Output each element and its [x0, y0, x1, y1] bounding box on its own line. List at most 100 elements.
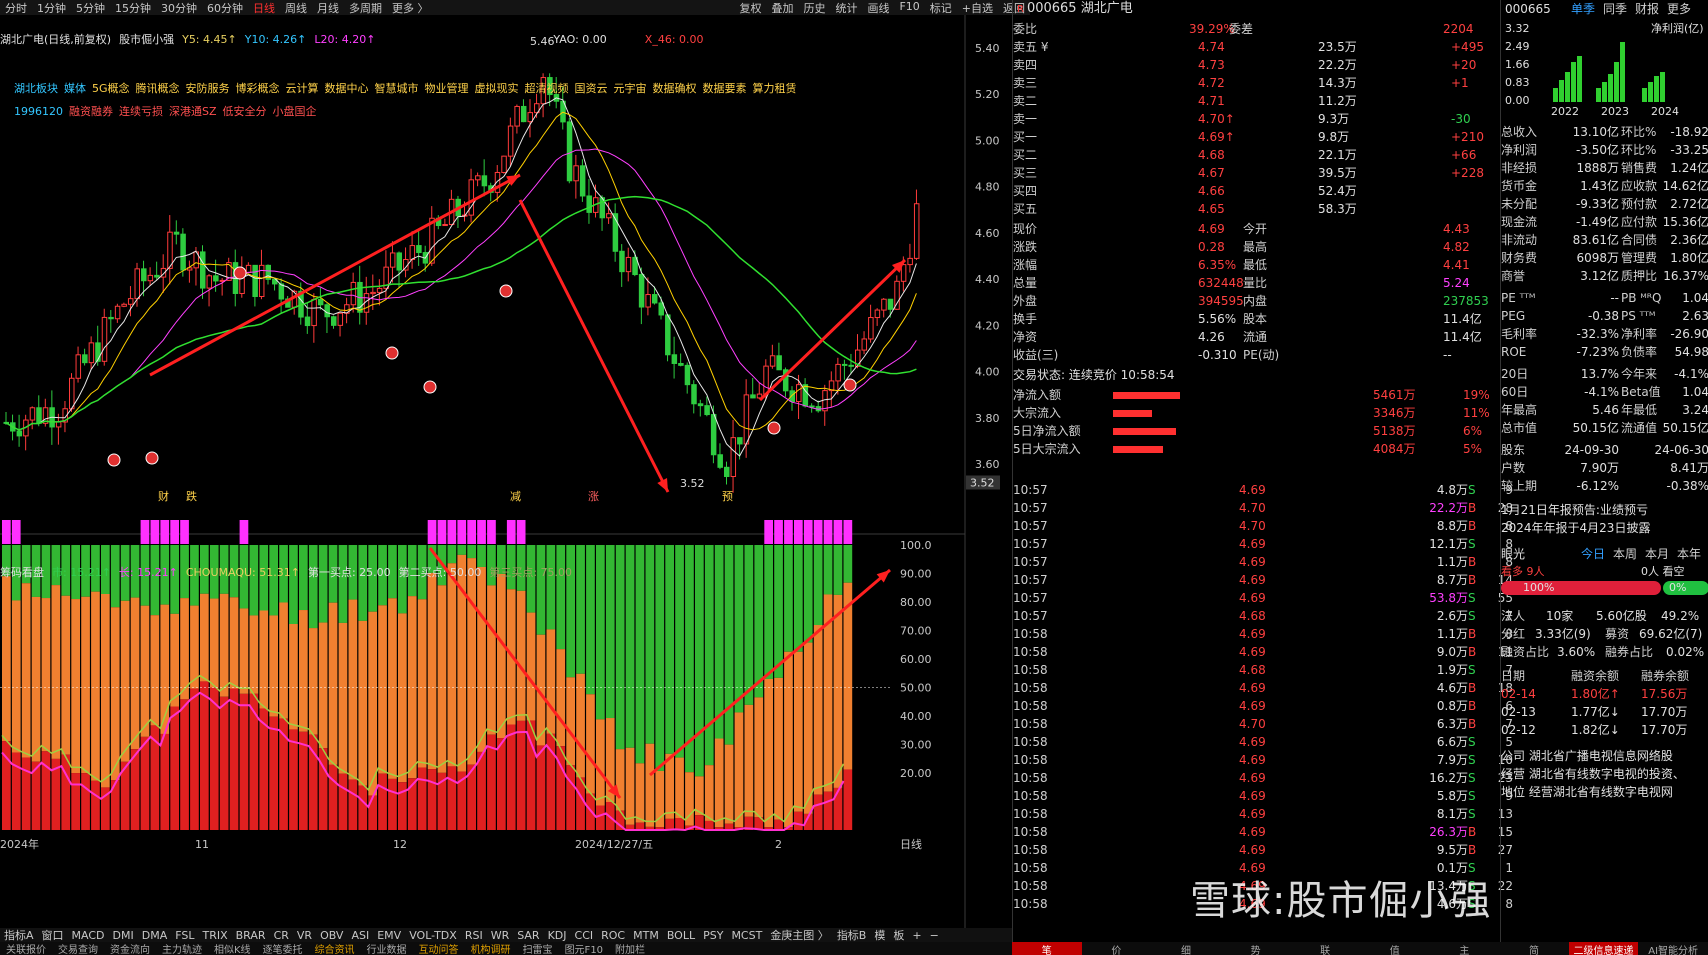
indicator-tab[interactable]: DMI [109, 929, 138, 942]
indicator-tab[interactable]: 指标A [0, 927, 38, 943]
detail-tab[interactable]: 主 [1430, 942, 1500, 955]
info-tab[interactable]: 机构调研 [465, 942, 517, 955]
concept-tag[interactable]: 虚拟现实 [475, 82, 519, 95]
side-tab[interactable]: 单季 [1571, 0, 1595, 18]
concept-tag[interactable]: 融资融券 [69, 105, 113, 118]
indicator-tab[interactable]: 板 [889, 927, 908, 943]
concept-tag[interactable]: 元宇宙 [614, 82, 647, 95]
indicator-tab[interactable]: TRIX [198, 929, 231, 942]
detail-tab[interactable]: 细 [1151, 942, 1221, 955]
bid-price[interactable]: 4.67 [1198, 164, 1225, 182]
info-tab[interactable]: 附加栏 [609, 942, 651, 955]
indicator-tab[interactable]: SAR [513, 929, 543, 942]
tool-add-watchlist[interactable]: +自选 [957, 0, 998, 16]
period-tab-monthly[interactable]: 月线 [312, 0, 344, 16]
concept-tag[interactable]: 超清视频 [525, 82, 569, 95]
concept-tag[interactable]: 5G概念 [92, 82, 130, 95]
info-tab[interactable]: 交易查询 [52, 942, 104, 955]
tool-f10[interactable]: F10 [894, 0, 924, 16]
indicator-tab[interactable]: ROC [597, 929, 629, 942]
period-tab-weekly[interactable]: 周线 [280, 0, 312, 16]
concept-tag[interactable]: 安防服务 [186, 82, 230, 95]
info-tab[interactable]: 逐笔委托 [257, 942, 309, 955]
yanguang-tab[interactable]: 今日 [1581, 545, 1605, 563]
indicator-tab[interactable]: MACD [68, 929, 109, 942]
indicator-tab[interactable]: DMA [138, 929, 172, 942]
concept-tag[interactable]: 深港通SZ [169, 105, 217, 118]
indicator-tab[interactable]: 指标B [833, 927, 871, 943]
indicator-tab[interactable]: − [926, 929, 943, 942]
detail-tab[interactable]: 价 [1082, 942, 1152, 955]
tool-overlay[interactable]: 叠加 [766, 0, 798, 16]
indicator-tab[interactable]: EMV [373, 929, 405, 942]
kline-chart-svg[interactable]: 5.40 5.20 5.00 4.80 4.60 4.40 4.20 4.00 3.80 3.60… [0, 15, 1012, 930]
ask-price[interactable]: 4.71 [1198, 92, 1225, 110]
indicator-tab[interactable]: 窗口 [38, 927, 68, 943]
info-tab[interactable]: 主力轨迹 [156, 942, 208, 955]
signal-dot[interactable] [767, 421, 781, 435]
detail-tab[interactable]: 笔 [1012, 942, 1082, 955]
info-tab[interactable]: 行业数据 [361, 942, 413, 955]
concept-tag[interactable]: 1996120 [14, 105, 63, 118]
period-tab-more[interactable]: 更多 〉 [387, 0, 434, 16]
indicator-tab[interactable]: KDJ [544, 929, 571, 942]
indicator-tab[interactable]: MTM [629, 929, 663, 942]
concept-tag[interactable]: 国资云 [575, 82, 608, 95]
concept-tag[interactable]: 小盘国企 [273, 105, 317, 118]
detail-tab[interactable]: AI智能分析 [1638, 942, 1708, 955]
bid-price[interactable]: 4.65 [1198, 200, 1225, 218]
tool-fuquan[interactable]: 复权 [734, 0, 766, 16]
indicator-tab[interactable]: FSL [171, 929, 198, 942]
info-tab[interactable]: 互动问答 [413, 942, 465, 955]
concept-tag[interactable]: 物业管理 [425, 82, 469, 95]
signal-dot[interactable] [145, 451, 159, 465]
detail-tab[interactable]: 联 [1290, 942, 1360, 955]
period-tab-5min[interactable]: 5分钟 [71, 0, 110, 16]
detail-tab[interactable]: 值 [1360, 942, 1430, 955]
indicator-tab[interactable]: CCI [571, 929, 598, 942]
period-tab-intraday[interactable]: 分时 [0, 0, 32, 16]
concept-tag[interactable]: 数据确权 [653, 82, 697, 95]
concept-tag[interactable]: 湖北板块 [14, 82, 58, 95]
indicator-tab[interactable]: VOL-TDX [405, 929, 461, 942]
ask-price[interactable]: 4.73 [1198, 56, 1225, 74]
indicator-name[interactable]: 筹码看盘 [0, 564, 44, 580]
indicator-tab[interactable]: RSI [461, 929, 487, 942]
news-item[interactable]: 2024年年报于4月23日披露 [1501, 519, 1650, 537]
tool-stats[interactable]: 统计 [830, 0, 862, 16]
indicator-tab[interactable]: 模 [870, 927, 889, 943]
indicator-tab[interactable]: ASI [347, 929, 373, 942]
bid-price[interactable]: 4.68 [1198, 146, 1225, 164]
bid-price[interactable]: 4.69↑ [1198, 128, 1235, 146]
period-tab-60min[interactable]: 60分钟 [202, 0, 248, 16]
indicator-tab[interactable]: PSY [699, 929, 727, 942]
info-tab[interactable]: 图元F10 [559, 942, 609, 955]
period-tab-daily[interactable]: 日线 [248, 0, 280, 16]
concept-tag[interactable]: 腾讯概念 [136, 82, 180, 95]
indicator-tab[interactable]: VR [293, 929, 316, 942]
ask-price[interactable]: 4.74 [1198, 38, 1225, 56]
concept-tag[interactable]: 算力租赁 [753, 82, 797, 95]
detail-tab[interactable]: 势 [1221, 942, 1291, 955]
period-tab-15min[interactable]: 15分钟 [110, 0, 156, 16]
tool-mark[interactable]: 标记 [925, 0, 957, 16]
concept-tag[interactable]: 连续亏损 [119, 105, 163, 118]
ask-price[interactable]: 4.72 [1198, 74, 1225, 92]
signal-dot[interactable] [843, 378, 857, 392]
news-item[interactable]: 1月21日年报预告:业绩预亏 [1501, 501, 1648, 519]
info-tab[interactable]: 综合资讯 [309, 942, 361, 955]
bid-price[interactable]: 4.66 [1198, 182, 1225, 200]
signal-dot[interactable] [423, 380, 437, 394]
yanguang-tab[interactable]: 本周 [1613, 545, 1637, 563]
signal-dot[interactable] [385, 346, 399, 360]
indicator-tab[interactable]: BOLL [663, 929, 699, 942]
info-tab[interactable]: 相似K线 [208, 942, 257, 955]
detail-tab[interactable]: 简 [1499, 942, 1569, 955]
tool-draw[interactable]: 画线 [862, 0, 894, 16]
concept-tag[interactable]: 低安全分 [223, 105, 267, 118]
period-tab-multi[interactable]: 多周期 [344, 0, 387, 16]
signal-dot[interactable] [107, 453, 121, 467]
indicator-tab[interactable]: CR [270, 929, 293, 942]
signal-dot[interactable] [233, 266, 247, 280]
strategy-name[interactable]: 股市倔小强 [119, 31, 174, 47]
